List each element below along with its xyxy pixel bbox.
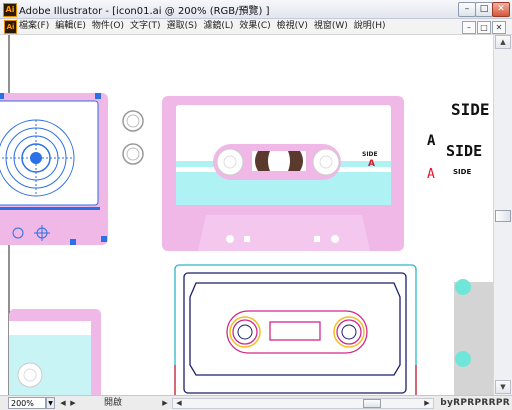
side-label-small: SIDE bbox=[453, 168, 471, 176]
lower-left-cassette[interactable] bbox=[9, 309, 101, 395]
doc-restore-button[interactable]: □ bbox=[477, 21, 491, 34]
doc-close-button[interactable]: ✕ bbox=[492, 21, 506, 34]
watermark-text: byRPRPRRPR bbox=[440, 398, 510, 408]
menu-list: 檔案(F) 編輯(E) 物件(O) 文字(T) 選取(S) 濾鏡(L) 效果(C… bbox=[19, 20, 392, 33]
cassette-side-letter: A bbox=[368, 159, 375, 169]
label-a-red: A bbox=[427, 167, 435, 182]
menu-view[interactable]: 檢視(V) bbox=[277, 20, 308, 33]
next-artboard-icon[interactable]: ▶ bbox=[68, 397, 78, 409]
menu-window[interactable]: 視窗(W) bbox=[314, 20, 348, 33]
outline-cassette[interactable] bbox=[174, 264, 417, 395]
side-label-large: SIDE bbox=[451, 100, 490, 119]
zoom-dropdown-icon[interactable]: ▼ bbox=[46, 397, 55, 409]
menu-type[interactable]: 文字(T) bbox=[130, 20, 161, 33]
menu-help[interactable]: 說明(H) bbox=[354, 20, 386, 33]
menu-select[interactable]: 選取(S) bbox=[167, 20, 198, 33]
artboard[interactable]: SIDE A SIDE A SIDE A SIDE bbox=[0, 35, 493, 395]
scroll-right-icon[interactable]: ▶ bbox=[422, 397, 432, 409]
label-a-black: A bbox=[427, 133, 436, 149]
menu-object[interactable]: 物件(O) bbox=[92, 20, 124, 33]
menu-filter[interactable]: 濾鏡(L) bbox=[203, 20, 233, 33]
close-button[interactable]: ✕ bbox=[492, 2, 510, 17]
horizontal-scrollbar[interactable] bbox=[172, 398, 434, 409]
prev-artboard-icon[interactable]: ◀ bbox=[58, 397, 68, 409]
canvas-artwork: SIDE A SIDE A SIDE A SIDE bbox=[0, 35, 493, 395]
reel-ring-top[interactable] bbox=[122, 110, 144, 132]
vertical-scrollbar[interactable]: ▲ ▼ bbox=[493, 35, 512, 395]
restore-button[interactable]: □ bbox=[475, 2, 493, 17]
pink-cassette[interactable]: SIDE A bbox=[162, 96, 404, 251]
illustrator-app-icon: Ai bbox=[3, 3, 17, 17]
selected-cassette[interactable] bbox=[0, 93, 108, 245]
menu-bar: Ai 檔案(F) 編輯(E) 物件(O) 文字(T) 選取(S) 濾鏡(L) 效… bbox=[0, 19, 512, 35]
status-bar: 200% ▼ ◀ ▶ 開啟 ▶ ◀ ▶ byRPRPRRPR bbox=[0, 395, 512, 410]
doc-minimize-button[interactable]: – bbox=[462, 21, 476, 34]
vertical-scroll-thumb[interactable] bbox=[495, 210, 511, 222]
cassette-side-text: SIDE bbox=[362, 151, 378, 158]
illustrator-window: Ai Adobe Illustrator - [icon01.ai @ 200%… bbox=[0, 0, 512, 410]
document-icon[interactable]: Ai bbox=[4, 20, 17, 34]
scroll-up-button[interactable]: ▲ bbox=[495, 35, 511, 49]
scroll-down-button[interactable]: ▼ bbox=[495, 380, 511, 394]
reel-ring-bottom[interactable] bbox=[122, 143, 144, 165]
menu-file[interactable]: 檔案(F) bbox=[19, 20, 49, 33]
menu-effect[interactable]: 效果(C) bbox=[239, 20, 270, 33]
status-text[interactable]: 開啟 bbox=[104, 397, 122, 409]
horizontal-scroll-thumb[interactable] bbox=[363, 399, 381, 408]
status-menu-icon[interactable]: ▶ bbox=[160, 397, 170, 409]
scroll-left-icon[interactable]: ◀ bbox=[174, 397, 184, 409]
side-label-medium: SIDE bbox=[446, 142, 482, 160]
title-bar: Ai Adobe Illustrator - [icon01.ai @ 200%… bbox=[0, 0, 512, 19]
minimize-button[interactable]: – bbox=[458, 2, 476, 17]
window-title: Adobe Illustrator - [icon01.ai @ 200% (R… bbox=[19, 6, 270, 17]
zoom-input[interactable]: 200% bbox=[8, 397, 46, 409]
pattern-swatch[interactable] bbox=[454, 279, 493, 395]
menu-edit[interactable]: 編輯(E) bbox=[55, 20, 86, 33]
